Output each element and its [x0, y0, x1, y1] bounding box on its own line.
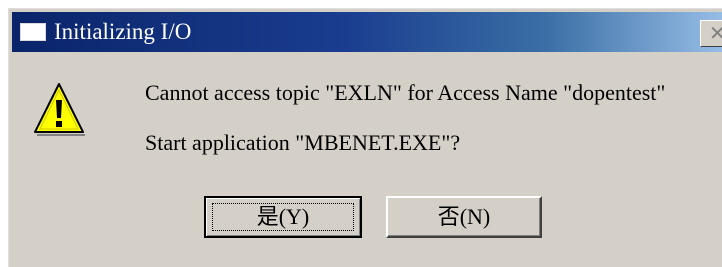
- title-bar[interactable]: Initializing I/O ✕: [12, 12, 722, 52]
- no-button-label: 否(N): [437, 204, 491, 229]
- no-button[interactable]: 否(N): [386, 196, 542, 238]
- yes-button-label: 是(Y): [256, 204, 310, 229]
- warning-icon: [34, 83, 85, 136]
- prompt-message: Start application "MBENET.EXE"?: [145, 130, 461, 155]
- yes-button[interactable]: 是(Y): [204, 196, 362, 238]
- window-title: Initializing I/O: [54, 19, 192, 44]
- close-button[interactable]: ✕: [700, 20, 722, 47]
- dialog-window: Initializing I/O ✕ Cannot access topic "…: [6, 6, 722, 267]
- window-icon: [20, 23, 46, 41]
- error-message: Cannot access topic "EXLN" for Access Na…: [145, 80, 666, 105]
